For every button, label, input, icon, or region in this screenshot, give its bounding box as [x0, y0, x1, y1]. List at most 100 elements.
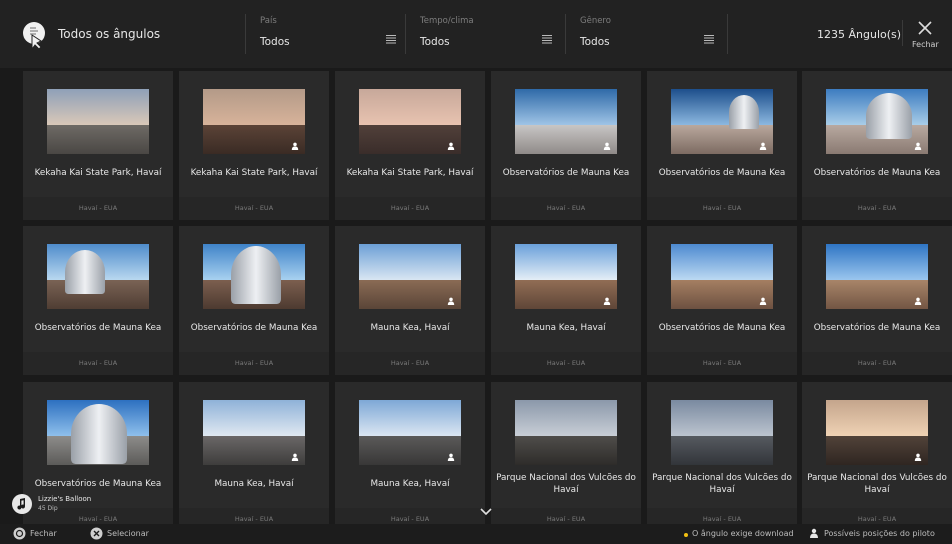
angle-card[interactable]: Observatórios de Mauna Kea Havaí - EUA	[647, 226, 797, 375]
angle-name: Parque Nacional dos Vulcões do Havaí	[496, 473, 636, 495]
angle-card[interactable]: Observatórios de Mauna Kea Havaí - EUA	[179, 226, 329, 375]
divider	[245, 14, 246, 54]
angle-name: Parque Nacional dos Vulcões do Havaí	[652, 473, 792, 495]
angle-name: Observatórios de Mauna Kea	[658, 323, 786, 333]
close-button-label[interactable]: Fechar	[912, 40, 939, 49]
pilot-icon	[447, 142, 455, 150]
angle-region: Havaí - EUA	[335, 352, 485, 375]
angle-name: Mauna Kea, Havaí	[526, 323, 606, 333]
chevron-down-icon[interactable]	[480, 508, 492, 516]
menu-lines-icon	[386, 35, 396, 44]
top-bar: Todos os ângulos País Todos Tempo/clima …	[0, 0, 952, 68]
angle-name: Parque Nacional dos Vulcões do Havaí	[807, 473, 947, 495]
pilot-icon	[810, 528, 818, 538]
angle-card[interactable]: Mauna Kea, Havaí Havaí - EUA	[335, 226, 485, 375]
download-note: O ângulo exige download	[692, 529, 794, 538]
pilot-icon	[914, 142, 922, 150]
pilot-icon	[914, 297, 922, 305]
angle-name: Mauna Kea, Havaí	[370, 479, 450, 489]
footer-close[interactable]: Fechar	[30, 529, 57, 538]
pilot-icon	[447, 297, 455, 305]
angle-thumbnail	[826, 89, 928, 154]
angle-thumbnail	[671, 244, 773, 309]
angle-thumbnail	[671, 400, 773, 465]
angle-card[interactable]: Mauna Kea, Havaí Havaí - EUA	[179, 382, 329, 531]
angle-name: Observatórios de Mauna Kea	[658, 168, 786, 178]
divider	[727, 14, 728, 54]
angle-thumbnail	[515, 244, 617, 309]
pilot-icon	[603, 142, 611, 150]
angle-thumbnail	[359, 244, 461, 309]
filter-country-value: Todos	[260, 36, 290, 48]
angle-name: Observatórios de Mauna Kea	[190, 323, 318, 333]
footer-select[interactable]: Selecionar	[107, 529, 149, 538]
filter-genre-label: Gênero	[580, 16, 611, 26]
angle-name: Observatórios de Mauna Kea	[34, 479, 162, 489]
angle-region: Havaí - EUA	[491, 352, 641, 375]
now-playing: Lizzie's Balloon 45 Dip	[12, 492, 132, 518]
angle-card[interactable]: Kekaha Kai State Park, Havaí Havaí - EUA	[335, 71, 485, 220]
angle-thumbnail	[359, 400, 461, 465]
pilot-icon	[759, 297, 767, 305]
angle-card[interactable]: Parque Nacional dos Vulcões do Havaí Hava…	[491, 382, 641, 531]
track-title: Lizzie's Balloon	[38, 495, 92, 503]
angle-name: Mauna Kea, Havaí	[370, 323, 450, 333]
angle-card[interactable]: Observatórios de Mauna Kea Havaí - EUA	[647, 71, 797, 220]
angle-region: Havaí - EUA	[335, 197, 485, 220]
angle-thumbnail	[47, 400, 149, 465]
menu-lines-icon	[542, 35, 552, 44]
pilot-icon	[291, 453, 299, 461]
circle-button-icon	[13, 527, 26, 540]
filter-country[interactable]: País Todos	[260, 14, 400, 54]
angle-card[interactable]: Mauna Kea, Havaí Havaí - EUA	[335, 382, 485, 531]
angle-name: Mauna Kea, Havaí	[214, 479, 294, 489]
cross-button-icon	[90, 527, 103, 540]
angle-region: Havaí - EUA	[647, 197, 797, 220]
pilot-icon	[291, 142, 299, 150]
filter-country-label: País	[260, 16, 277, 26]
filter-genre-value: Todos	[580, 36, 610, 48]
angle-name: Kekaha Kai State Park, Havaí	[346, 168, 474, 178]
angle-thumbnail	[47, 244, 149, 309]
angle-thumbnail	[359, 89, 461, 154]
angle-card[interactable]: Observatórios de Mauna Kea Havaí - EUA	[491, 71, 641, 220]
divider	[565, 14, 566, 54]
angle-thumbnail	[203, 89, 305, 154]
angle-card[interactable]: Kekaha Kai State Park, Havaí Havaí - EUA	[23, 71, 173, 220]
filter-genre[interactable]: Gênero Todos	[580, 14, 720, 54]
track-artist: 45 Dip	[38, 505, 58, 512]
angle-name: Kekaha Kai State Park, Havaí	[34, 168, 162, 178]
angle-card[interactable]: Observatórios de Mauna Kea Havaí - EUA	[802, 71, 952, 220]
angle-thumbnail	[515, 400, 617, 465]
angle-region: Havaí - EUA	[647, 352, 797, 375]
pilot-icon	[447, 453, 455, 461]
angle-card[interactable]: Observatórios de Mauna Kea Havaí - EUA	[23, 226, 173, 375]
filter-weather-label: Tempo/clima	[420, 16, 474, 26]
angle-name: Observatórios de Mauna Kea	[813, 323, 941, 333]
angle-card[interactable]: Mauna Kea, Havaí Havaí - EUA	[491, 226, 641, 375]
filter-weather-value: Todos	[420, 36, 450, 48]
angle-region: Havaí - EUA	[179, 352, 329, 375]
angle-region: Havaí - EUA	[491, 197, 641, 220]
angle-card[interactable]: Kekaha Kai State Park, Havaí Havaí - EUA	[179, 71, 329, 220]
pointer-hand-icon	[23, 22, 45, 50]
page-title: Todos os ângulos	[58, 27, 161, 41]
angle-thumbnail	[671, 89, 773, 154]
angle-thumbnail	[203, 400, 305, 465]
angle-card[interactable]: Parque Nacional dos Vulcões do Havaí Hava…	[802, 382, 952, 531]
angle-card[interactable]: Parque Nacional dos Vulcões do Havaí Hava…	[647, 382, 797, 531]
angle-region: Havaí - EUA	[23, 352, 173, 375]
filter-weather[interactable]: Tempo/clima Todos	[420, 14, 560, 54]
close-icon[interactable]	[917, 20, 933, 36]
divider	[902, 20, 903, 46]
angle-thumbnail	[203, 244, 305, 309]
menu-lines-icon	[704, 35, 714, 44]
pilot-icon	[759, 142, 767, 150]
divider	[405, 14, 406, 54]
pilot-icon	[914, 453, 922, 461]
angle-name: Observatórios de Mauna Kea	[502, 168, 630, 178]
angle-name: Observatórios de Mauna Kea	[34, 323, 162, 333]
angle-thumbnail	[826, 400, 928, 465]
angle-card[interactable]: Observatórios de Mauna Kea Havaí - EUA	[802, 226, 952, 375]
bottom-bar: Fechar Selecionar O ângulo exige downloa…	[0, 524, 952, 544]
